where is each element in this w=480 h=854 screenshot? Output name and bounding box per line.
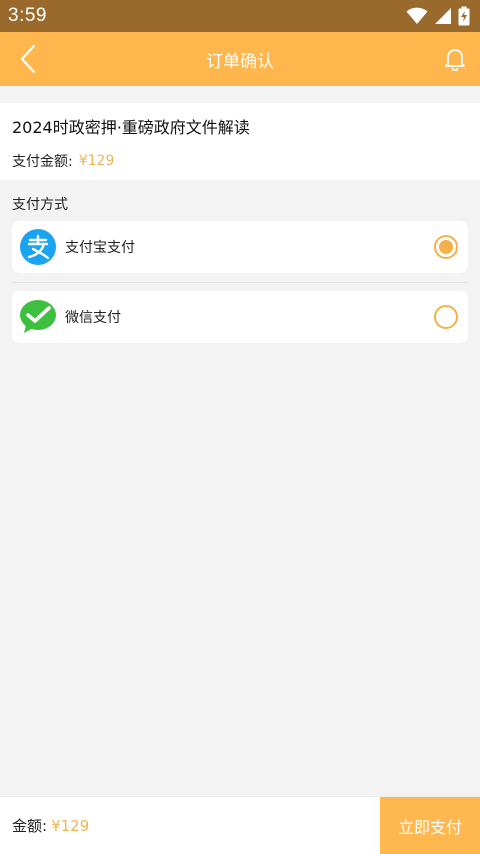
payment-option-alipay[interactable]: 支付宝支付 <box>12 221 468 273</box>
bell-icon <box>445 49 465 71</box>
total-amount-label: 金额: <box>12 817 48 835</box>
status-bar: 3:59 <box>0 0 480 32</box>
payment-section-label: 支付方式 <box>12 197 68 213</box>
chevron-left-icon <box>20 44 36 74</box>
page-title: 订单确认 <box>206 51 274 72</box>
back-button[interactable] <box>12 43 44 75</box>
radio-selected[interactable] <box>434 235 458 259</box>
alipay-logo-icon <box>20 229 56 265</box>
bottom-bar: 金额: ¥129 立即支付 <box>0 796 480 854</box>
wifi-icon <box>406 7 428 25</box>
total-amount: 金额: ¥129 <box>0 815 380 836</box>
divider <box>12 282 468 283</box>
order-amount-label: 支付金额: <box>12 154 73 170</box>
notification-button[interactable] <box>440 44 470 74</box>
radio-dot <box>439 240 453 254</box>
order-amount-row: 支付金额: ¥129 <box>12 151 468 171</box>
order-amount-value: ¥129 <box>78 153 115 169</box>
payment-option-label: 微信支付 <box>65 310 121 326</box>
payment-option-wechat[interactable]: 微信支付 <box>12 291 468 343</box>
wechat-pay-logo-icon <box>20 299 56 335</box>
radio-unselected[interactable] <box>434 305 458 329</box>
product-name: 2024时政密押·重磅政府文件解读 <box>12 118 250 137</box>
app-bar: 订单确认 <box>0 32 480 86</box>
payment-option-label: 支付宝支付 <box>65 240 135 256</box>
status-time: 3:59 <box>8 5 47 26</box>
battery-charging-icon <box>458 6 470 26</box>
status-icons <box>406 6 470 26</box>
cellular-signal-icon <box>434 7 452 25</box>
pay-now-button[interactable]: 立即支付 <box>380 796 480 854</box>
order-summary-card: 2024时政密押·重磅政府文件解读 支付金额: ¥129 <box>0 103 480 180</box>
total-amount-value: ¥129 <box>51 816 90 835</box>
